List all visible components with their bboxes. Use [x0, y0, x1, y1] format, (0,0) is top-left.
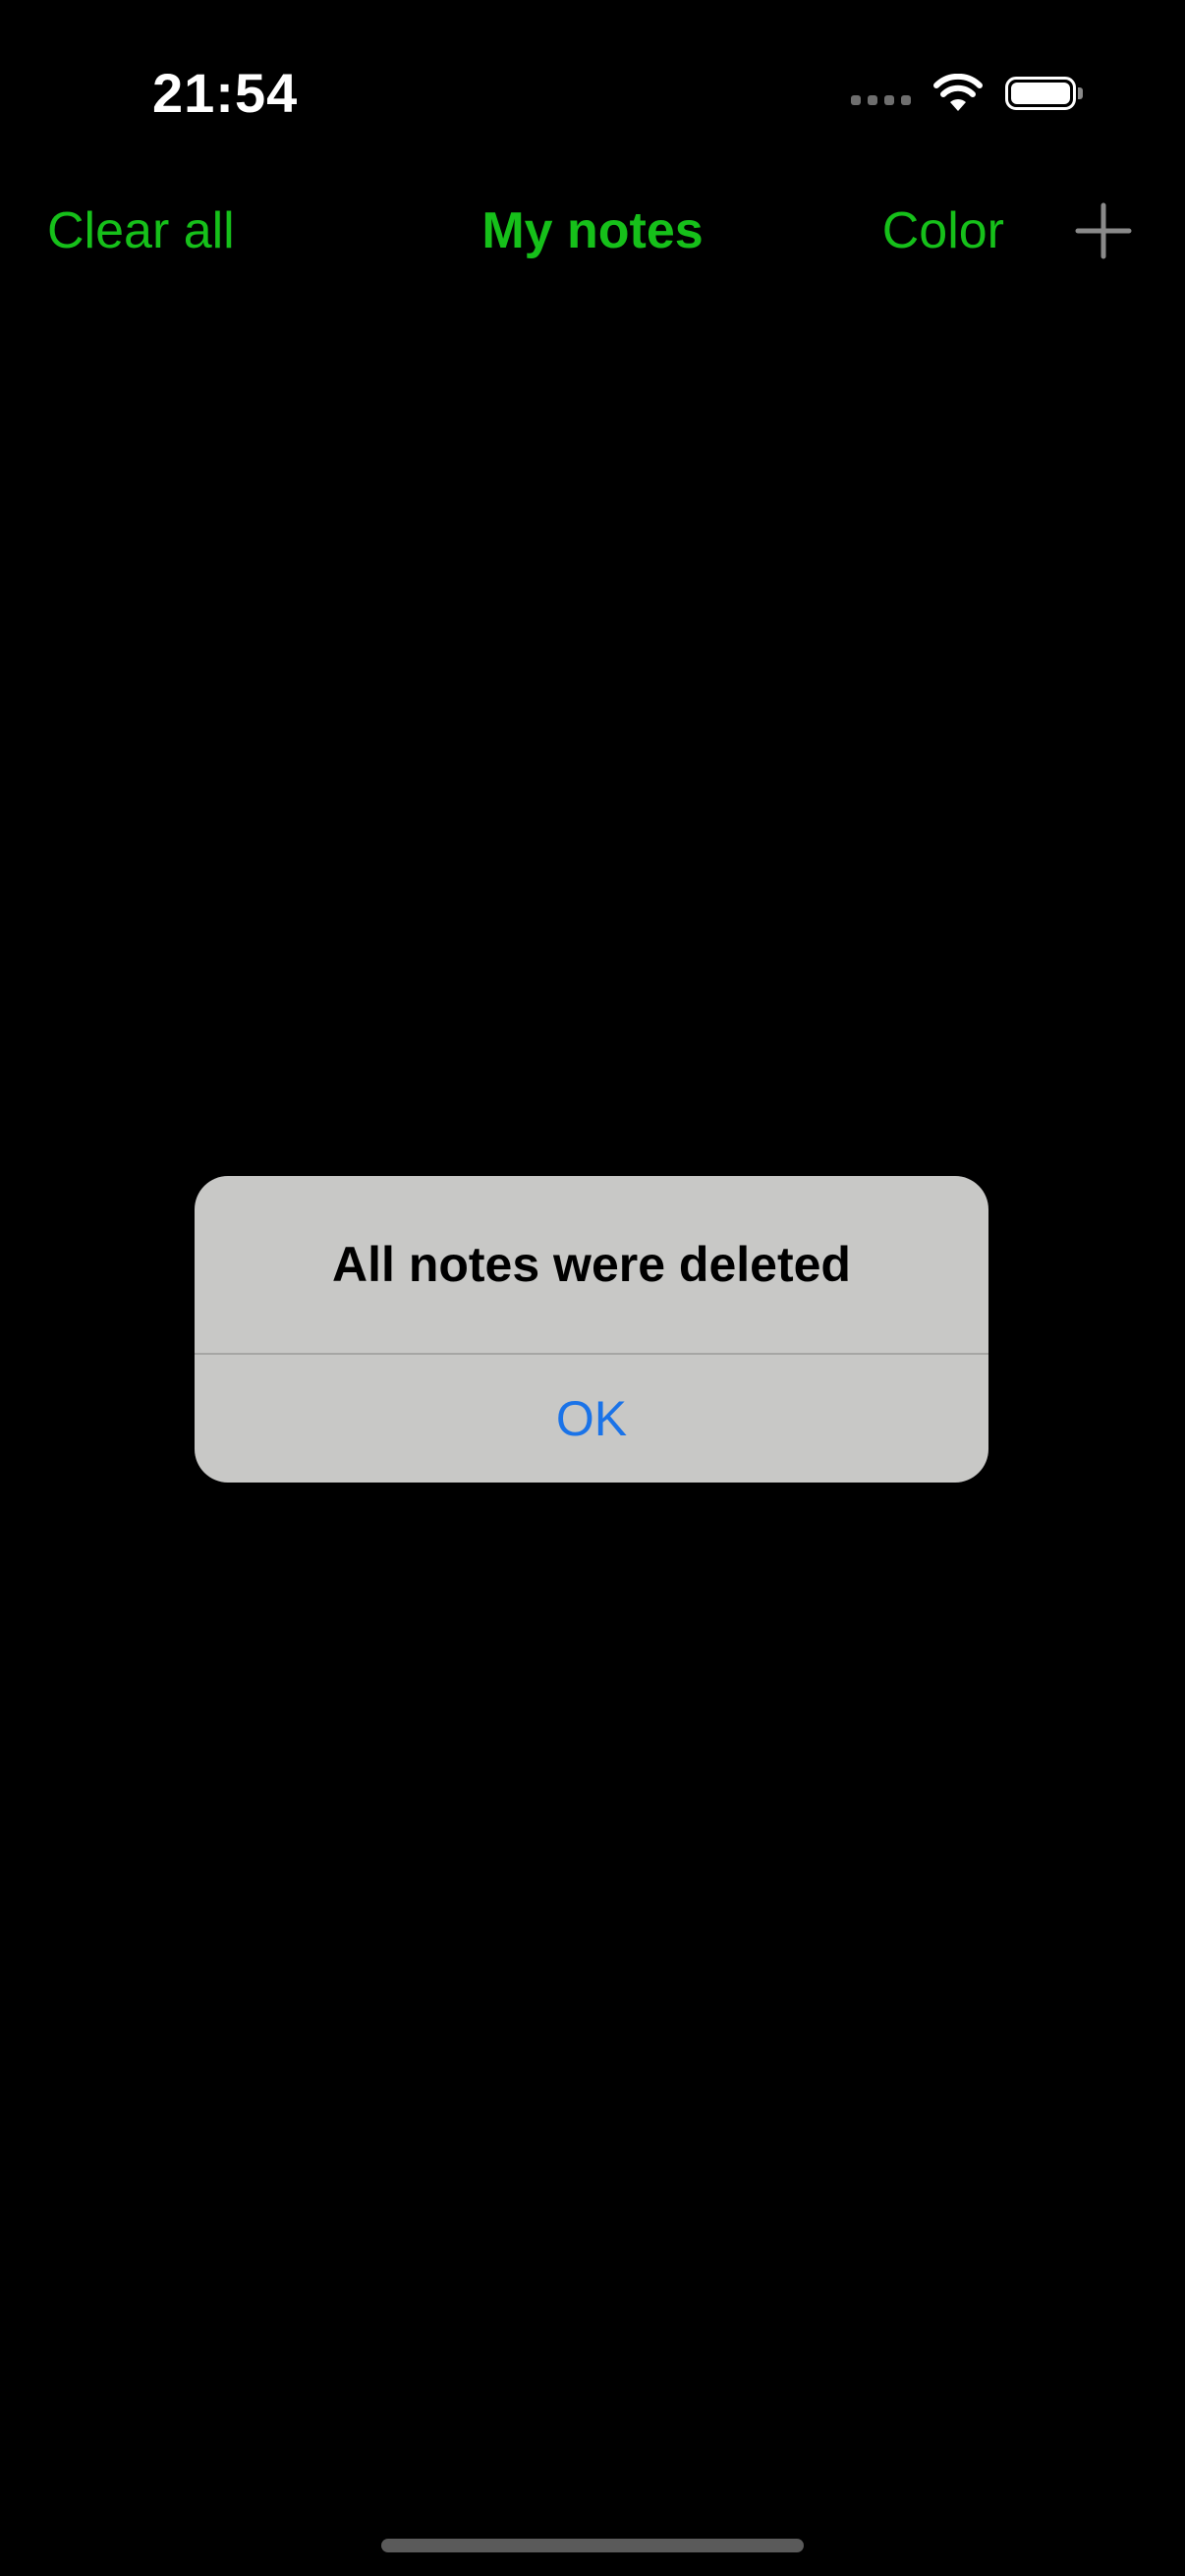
alert-title: All notes were deleted	[332, 1237, 851, 1292]
alert-ok-button[interactable]: OK	[195, 1355, 988, 1483]
alert-overlay: All notes were deleted OK	[0, 0, 1185, 2576]
alert-dialog: All notes were deleted OK	[195, 1176, 988, 1483]
home-indicator[interactable]	[381, 2539, 804, 2552]
notes-screen: 21:54 Clear all My notes Color All notes…	[0, 0, 1185, 2576]
